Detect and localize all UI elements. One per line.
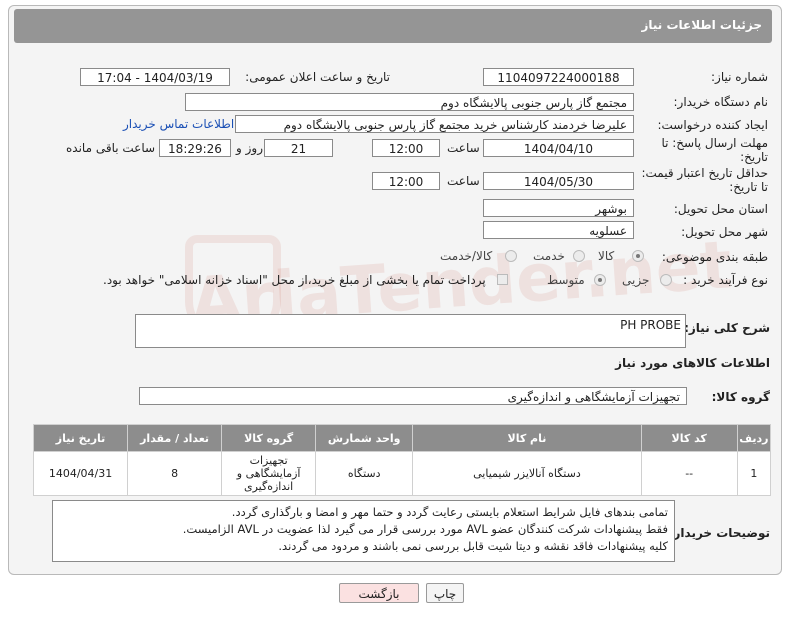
buyer-notes-field: تمامی بندهای فایل شرایط استعلام بایستی ر… bbox=[52, 500, 675, 562]
need-number-field: 1104097224000188 bbox=[483, 68, 634, 86]
back-button[interactable]: بازگشت bbox=[339, 583, 419, 603]
announce-field: 1404/03/19 - 17:04 bbox=[80, 68, 230, 86]
col-header-row: ردیف bbox=[736, 424, 772, 452]
buyer-org-label: نام دستگاه خریدار: bbox=[673, 95, 769, 109]
cell-qty: 8 bbox=[127, 451, 223, 496]
price-time-label: ساعت bbox=[447, 174, 480, 188]
buyer-note-line-1: تمامی بندهای فایل شرایط استعلام بایستی ر… bbox=[231, 505, 668, 519]
treasury-checkbox[interactable] bbox=[497, 274, 508, 285]
cell-group: تجهیزات آزمایشگاهی و اندازه‌گیری bbox=[221, 451, 317, 496]
remaining-label: ساعت باقی مانده bbox=[66, 141, 156, 155]
city-label: شهر محل تحویل: bbox=[681, 225, 768, 239]
category-radio-goods[interactable] bbox=[632, 250, 644, 262]
days-label: روز و bbox=[236, 141, 263, 155]
price-deadline-label: حداقل تاریخ اعتبار قیمت: تا تاریخ: bbox=[641, 166, 768, 194]
page-header: جزئیات اطلاعات نیاز bbox=[14, 9, 772, 43]
price-date-field: 1404/05/30 bbox=[483, 172, 634, 190]
table-row: 1 -- دستگاه آنالایزر شیمیایی دستگاه تجهی… bbox=[32, 451, 772, 496]
price-time-field: 12:00 bbox=[372, 172, 440, 190]
cell-name: دستگاه آنالایزر شیمیایی bbox=[412, 451, 642, 496]
need-number-label: شماره نیاز: bbox=[711, 70, 768, 84]
description-value: PH PROBE bbox=[620, 318, 681, 332]
reply-time-label: ساعت bbox=[447, 141, 480, 155]
category-radio-both[interactable] bbox=[505, 250, 517, 262]
col-header-date: تاریخ نیاز bbox=[32, 424, 129, 452]
process-option-minor: جزیی bbox=[622, 273, 650, 287]
col-header-code: کد کالا bbox=[640, 424, 738, 452]
process-radio-minor[interactable] bbox=[660, 274, 672, 286]
col-header-unit: واحد شمارش bbox=[315, 424, 414, 452]
buyer-note-line-2: فقط پیشنهادات شرکت کنندگان عضو AVL مورد … bbox=[182, 522, 668, 536]
description-field: PH PROBE bbox=[135, 314, 686, 348]
reply-deadline-label: مهلت ارسال پاسخ: تا تاریخ: bbox=[661, 136, 768, 164]
announce-label: تاریخ و ساعت اعلان عمومی: bbox=[245, 70, 390, 84]
category-option-service: خدمت bbox=[533, 249, 565, 263]
category-label: طبقه بندی موضوعی: bbox=[661, 250, 768, 264]
cell-unit: دستگاه bbox=[315, 451, 414, 496]
cell-code: -- bbox=[640, 451, 738, 496]
process-label: نوع فرآیند خرید : bbox=[683, 273, 768, 287]
payment-note: پرداخت تمام یا بخشی از مبلغ خرید،از محل … bbox=[103, 273, 486, 287]
cell-row: 1 bbox=[736, 451, 772, 496]
process-option-medium: متوسط bbox=[547, 273, 585, 287]
print-button[interactable]: چاپ bbox=[426, 583, 464, 603]
buyer-contact-link[interactable]: اطلاعات تماس خریدار bbox=[123, 117, 234, 131]
buyer-org-field: مجتمع گاز پارس جنوبی پالایشگاه دوم bbox=[185, 93, 634, 111]
creator-label: ایجاد کننده درخواست: bbox=[657, 118, 768, 132]
category-option-goods: کالا bbox=[598, 249, 615, 263]
goods-section-title: اطلاعات کالاهای مورد نیاز bbox=[615, 356, 770, 370]
col-header-qty: تعداد / مقدار bbox=[127, 424, 223, 452]
reply-time-field: 12:00 bbox=[372, 139, 440, 157]
page-title: جزئیات اطلاعات نیاز bbox=[641, 18, 762, 32]
description-label: شرح کلی نیاز: bbox=[684, 321, 770, 335]
creator-field: علیرضا خردمند کارشناس خرید مجتمع گاز پار… bbox=[235, 115, 634, 133]
cell-date: 1404/04/31 bbox=[32, 451, 129, 496]
goods-table: ردیف کد کالا نام کالا واحد شمارش گروه کا… bbox=[32, 424, 772, 496]
city-field: عسلویه bbox=[483, 221, 634, 239]
category-option-both: کالا/خدمت bbox=[440, 249, 493, 263]
goods-group-label: گروه کالا: bbox=[711, 390, 770, 404]
remaining-time-field: 18:29:26 bbox=[159, 139, 231, 157]
col-header-name: نام کالا bbox=[412, 424, 642, 452]
province-field: بوشهر bbox=[483, 199, 634, 217]
reply-date-field: 1404/04/10 bbox=[483, 139, 634, 157]
col-header-group: گروه کالا bbox=[221, 424, 317, 452]
category-radio-service[interactable] bbox=[573, 250, 585, 262]
goods-group-field: تجهیزات آزمایشگاهی و اندازه‌گیری bbox=[139, 387, 687, 405]
days-field: 21 bbox=[264, 139, 333, 157]
process-radio-medium[interactable] bbox=[594, 274, 606, 286]
buyer-note-line-3: کلیه پیشنهادات فاقد نقشه و دیتا شیت قابل… bbox=[278, 539, 668, 553]
province-label: استان محل تحویل: bbox=[673, 202, 768, 216]
buyer-notes-label: توضیحات خریدار: bbox=[668, 526, 770, 540]
